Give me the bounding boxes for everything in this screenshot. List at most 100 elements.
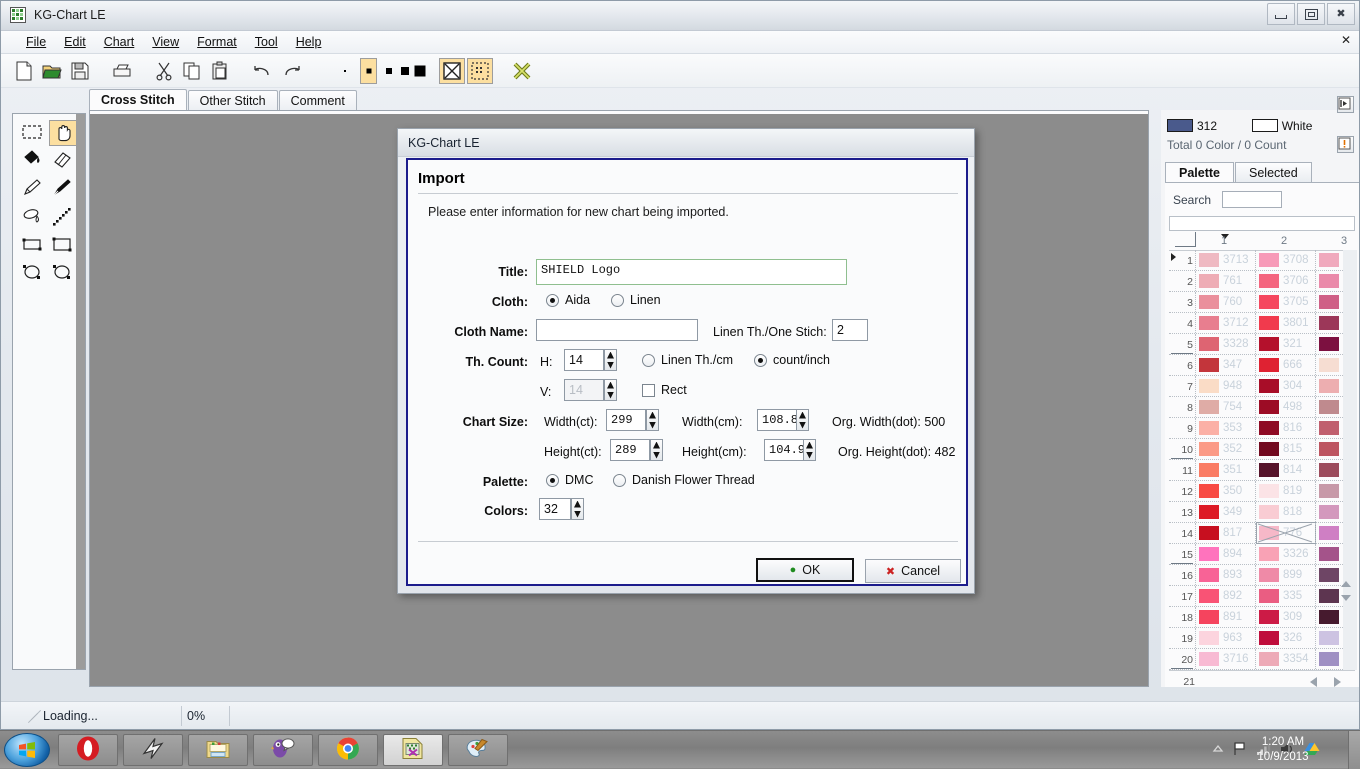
palette-col-1[interactable]: 1 xyxy=(1221,235,1227,247)
height-cm-input[interactable]: 104.93 xyxy=(764,439,806,461)
width-ct-input[interactable]: 299 xyxy=(606,409,646,431)
count-radio-linen-cm[interactable]: Linen Th./cm xyxy=(642,353,733,367)
palette-cell[interactable]: 352 xyxy=(1197,439,1255,459)
palette-row[interactable]: 16893899315 xyxy=(1169,565,1355,586)
show-grid-icon[interactable] xyxy=(467,58,493,84)
palette-cell[interactable]: 353 xyxy=(1197,418,1255,438)
palette-row[interactable]: 8754498223 xyxy=(1169,397,1355,418)
close-document-icon[interactable]: ✕ xyxy=(1339,34,1353,48)
select-rect-icon[interactable] xyxy=(19,120,47,146)
palette-cell[interactable]: 326 xyxy=(1257,628,1315,648)
width-ct-spinner[interactable] xyxy=(646,409,659,431)
new-icon[interactable] xyxy=(11,58,37,84)
tab-selected[interactable]: Selected xyxy=(1235,162,1312,182)
palette-row[interactable]: 13349818372 xyxy=(1169,502,1355,523)
palette-row[interactable]: 10352815372 xyxy=(1169,439,1355,460)
close-button[interactable]: ✖ xyxy=(1327,3,1355,25)
alert-icon[interactable] xyxy=(1337,136,1354,153)
tab-palette[interactable]: Palette xyxy=(1165,162,1234,182)
ellipse-icon[interactable] xyxy=(19,260,47,286)
palette-row[interactable]: 6347666225 xyxy=(1169,355,1355,376)
start-button[interactable] xyxy=(4,733,50,767)
width-cm-spinner[interactable] xyxy=(796,409,809,431)
clock[interactable]: 1:20 AM 10/9/2013 xyxy=(1242,735,1324,765)
rectangle-icon[interactable] xyxy=(19,232,47,258)
print-icon[interactable] xyxy=(109,58,135,84)
paint-drop-icon[interactable] xyxy=(19,204,47,230)
palette-cell[interactable]: 3716 xyxy=(1197,649,1255,669)
palette-cell[interactable]: 335 xyxy=(1257,586,1315,606)
panel-collapse-icon[interactable] xyxy=(1337,96,1354,113)
palette-col-2[interactable]: 2 xyxy=(1281,235,1287,247)
menu-file[interactable]: File xyxy=(17,31,55,53)
palette-col-3[interactable]: 3 xyxy=(1341,235,1347,247)
palette-cell[interactable]: 3354 xyxy=(1257,649,1315,669)
palette-filter-bar[interactable] xyxy=(1169,216,1355,231)
palette-cell[interactable]: 498 xyxy=(1257,397,1315,417)
cloth-radio-aida[interactable]: Aida xyxy=(546,293,590,307)
palette-cell[interactable]: 3705 xyxy=(1257,292,1315,312)
palette-row[interactable]: 19963326374 xyxy=(1169,628,1355,649)
cloth-name-input[interactable] xyxy=(536,319,698,341)
palette-cell[interactable]: 814 xyxy=(1257,460,1315,480)
palette-cell[interactable]: 893 xyxy=(1197,565,1255,585)
scroll-right-arrow-icon[interactable] xyxy=(1334,677,1341,687)
taskbar-winamp[interactable] xyxy=(123,734,183,766)
palette-row[interactable]: 18891309902 xyxy=(1169,607,1355,628)
palette-row[interactable]: 12350819778 xyxy=(1169,481,1355,502)
ok-button[interactable]: ●OK xyxy=(756,558,854,582)
colors-input[interactable]: 32 xyxy=(539,498,571,520)
palette-cell[interactable]: 754 xyxy=(1197,397,1255,417)
palette-row[interactable]: 11351814221 xyxy=(1169,460,1355,481)
taskbar-pidgin[interactable] xyxy=(253,734,313,766)
current-color-swatch[interactable] xyxy=(1167,119,1193,132)
width-cm-input[interactable]: 108.85 xyxy=(757,409,799,431)
palette-grid[interactable]: 1371337083682761370636837603705368437123… xyxy=(1169,250,1355,670)
eraser-icon[interactable] xyxy=(49,148,77,174)
palette-cell[interactable]: 3708 xyxy=(1257,250,1315,270)
menu-edit[interactable]: Edit xyxy=(55,31,95,53)
palette-cell[interactable]: 351 xyxy=(1197,460,1255,480)
save-icon[interactable] xyxy=(67,58,93,84)
palette-cell[interactable]: 818 xyxy=(1257,502,1315,522)
open-icon[interactable] xyxy=(39,58,65,84)
taskbar-paint[interactable] xyxy=(448,734,508,766)
zoom-level-6[interactable] xyxy=(408,58,432,84)
palette-row[interactable]: 7948304224 xyxy=(1169,376,1355,397)
palette-row[interactable]: 137133708368 xyxy=(1169,250,1355,271)
colors-spinner[interactable] xyxy=(571,498,584,520)
show-hidden-icons-icon[interactable] xyxy=(1212,743,1224,757)
pencil-icon[interactable] xyxy=(19,176,47,202)
palette-cell[interactable]: 891 xyxy=(1197,607,1255,627)
palette-radio-dmc[interactable]: DMC xyxy=(546,473,593,487)
th-count-h-input[interactable]: 14 xyxy=(564,349,604,371)
minimize-button[interactable] xyxy=(1267,3,1295,25)
cloth-radio-linen[interactable]: Linen xyxy=(611,293,661,307)
palette-cell[interactable]: 3326 xyxy=(1257,544,1315,564)
palette-row[interactable]: 14817776316 xyxy=(1169,523,1355,544)
palette-radio-danish[interactable]: Danish Flower Thread xyxy=(613,473,755,487)
undo-icon[interactable] xyxy=(249,58,275,84)
menu-view[interactable]: View xyxy=(143,31,188,53)
redo-icon[interactable] xyxy=(279,58,305,84)
palette-row[interactable]: 53328321368 xyxy=(1169,334,1355,355)
tool-palette-scrollbar[interactable] xyxy=(76,114,85,669)
palette-cell[interactable]: 3706 xyxy=(1257,271,1315,291)
palette-row[interactable]: 437123801380 xyxy=(1169,313,1355,334)
background-color-swatch[interactable] xyxy=(1252,119,1278,132)
cancel-button[interactable]: ✖Cancel xyxy=(865,559,961,583)
palette-cell[interactable]: 347 xyxy=(1197,355,1255,375)
palette-cell[interactable]: 3712 xyxy=(1197,313,1255,333)
title-input[interactable]: SHIELD Logo xyxy=(536,259,847,285)
taskbar-chrome[interactable] xyxy=(318,734,378,766)
show-symbols-icon[interactable] xyxy=(439,58,465,84)
tab-cross-stitch[interactable]: Cross Stitch xyxy=(89,89,187,110)
maximize-button[interactable] xyxy=(1297,3,1325,25)
pan-hand-icon[interactable] xyxy=(49,120,77,146)
palette-cell[interactable]: 760 xyxy=(1197,292,1255,312)
palette-cell[interactable]: 350 xyxy=(1197,481,1255,501)
palette-row[interactable]: 27613706368 xyxy=(1169,271,1355,292)
rect-checkbox[interactable]: Rect xyxy=(642,383,687,397)
palette-cell[interactable]: 349 xyxy=(1197,502,1255,522)
palette-cell[interactable]: 309 xyxy=(1257,607,1315,627)
